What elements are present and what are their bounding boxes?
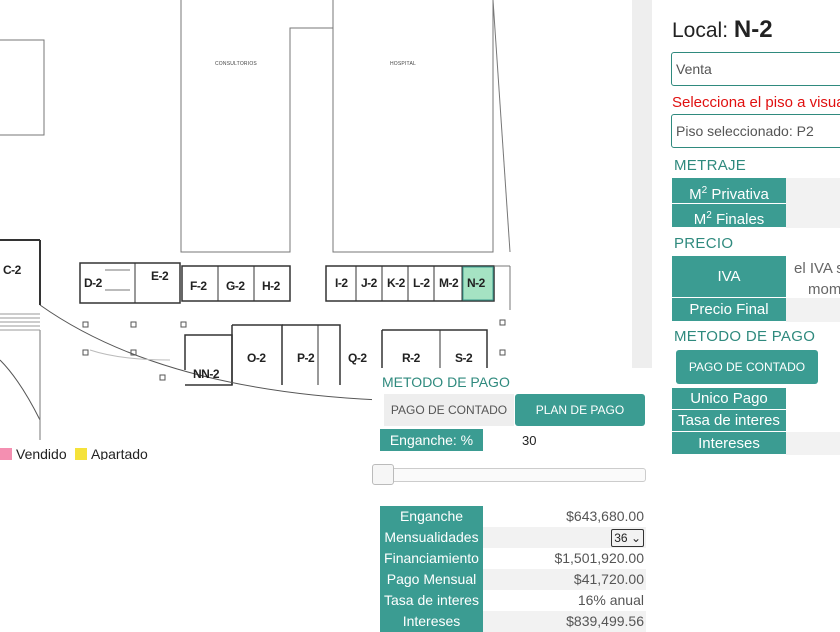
unit-title: Local: N-2 [672, 16, 773, 44]
enganche-value: $643,680.00 [566, 508, 644, 524]
precio-final-label: Precio Final [672, 298, 786, 322]
m2-privativa-label: M2 Privativa [672, 178, 786, 204]
unit-j2[interactable]: J-2 [361, 276, 377, 290]
pago-mensual-value: $41,720.00 [483, 569, 646, 590]
status-field[interactable]: Venta [671, 52, 840, 86]
mensualidades-select-value: 36 [614, 531, 628, 545]
unit-p2[interactable]: P-2 [297, 351, 315, 365]
unit-e2[interactable]: E-2 [151, 269, 169, 283]
iva-note-line1: el IVA s [794, 260, 840, 277]
unit-g2[interactable]: G-2 [226, 279, 245, 293]
building-label-hospital: HOSPITAL [390, 61, 416, 67]
row-financiamiento: Financiamiento $1,501,920.00 [380, 548, 646, 569]
unit-c2[interactable]: C-2 [3, 263, 21, 277]
legend-label-vendido: Vendido [16, 446, 67, 460]
tab-plan-pago[interactable]: PLAN DE PAGO [515, 394, 645, 426]
floor-selector[interactable]: Piso seleccionado: P2 [671, 114, 840, 148]
row-pago-mensual: Pago Mensual $41,720.00 [380, 569, 646, 590]
unit-n2[interactable]: N-2 [467, 276, 485, 290]
floor-prompt: Selecciona el piso a visua [672, 94, 840, 111]
iva-note: el IVA s mom [794, 258, 840, 300]
enganche-slider-track[interactable] [372, 468, 646, 482]
m2-finales-value [786, 204, 840, 228]
unit-i2[interactable]: I-2 [335, 276, 348, 290]
unit-title-prefix: Local: [672, 19, 729, 42]
unit-o2[interactable]: O-2 [247, 351, 266, 365]
tasa-value: 16% anual [577, 592, 644, 608]
unit-r2[interactable]: R-2 [402, 351, 420, 365]
mensualidades-value: 36 ⌄ [483, 527, 646, 548]
financiamiento-label: Financiamiento [380, 548, 483, 569]
enganche-percent-value[interactable]: 30 [522, 433, 536, 448]
panel-divider [632, 0, 652, 368]
m2-finales-label: M2 Finales [672, 204, 786, 228]
unit-k2[interactable]: K-2 [387, 276, 405, 290]
section-metraje: METRAJE [674, 157, 747, 174]
unit-d2[interactable]: D-2 [84, 276, 102, 290]
legend-swatch-vendido [0, 448, 12, 460]
unit-h2[interactable]: H-2 [262, 279, 280, 293]
mensualidades-select[interactable]: 36 ⌄ [611, 529, 644, 547]
row-enganche: Enganche $643,680.00 [380, 506, 646, 527]
precio-final-value [786, 298, 840, 322]
row-intereses: Intereses $839,499.56 [380, 611, 646, 632]
iva-note-line2: mom [808, 281, 840, 298]
unit-l2[interactable]: L-2 [413, 276, 430, 290]
intereses-label: Intereses [380, 611, 483, 632]
tasa-label: Tasa de interes [380, 590, 483, 611]
unit-title-id: N-2 [733, 16, 773, 43]
building-label-consultorios: CONSULTORIOS [215, 61, 257, 67]
unit-m2[interactable]: M-2 [439, 276, 459, 290]
unit-detail-panel: Local: N-2 Venta Selecciona el piso a vi… [652, 0, 840, 455]
m2-privativa-text: Privativa [711, 186, 769, 203]
chevron-down-icon: ⌄ [630, 531, 641, 545]
payment-plan-panel: METODO DE PAGO PAGO DE CONTADO PLAN DE P… [372, 368, 652, 632]
section-precio: PRECIO [674, 235, 734, 252]
legend-swatch-apartado [75, 448, 87, 460]
unit-q2[interactable]: Q-2 [348, 351, 367, 365]
unit-nn2[interactable]: NN-2 [193, 367, 220, 381]
pago-mensual-label: Pago Mensual [380, 569, 483, 590]
legend-vendido: Vendido [0, 446, 67, 460]
m2-finales-text: Finales [715, 211, 765, 228]
pago-contado-button-right[interactable]: PAGO DE CONTADO [676, 350, 818, 384]
financiamiento-value: $1,501,920.00 [554, 550, 644, 566]
m2-privativa-value [786, 178, 840, 204]
intereses-value: $839,499.56 [483, 611, 646, 632]
section-metodo-right: METODO DE PAGO [674, 328, 816, 345]
iva-label: IVA [672, 256, 786, 298]
legend-apartado: Apartado [75, 446, 148, 460]
tasa-label-right: Tasa de interes [672, 410, 786, 432]
row-mensualidades: Mensualidades 36 ⌄ [380, 527, 646, 548]
intereses-label-right: Intereses [672, 432, 786, 455]
enganche-percent-label: Enganche: % [380, 429, 483, 451]
unit-s2[interactable]: S-2 [455, 351, 473, 365]
legend-label-apartado: Apartado [91, 446, 148, 460]
enganche-label: Enganche [380, 506, 483, 527]
intereses-value-right [786, 432, 840, 455]
enganche-slider-handle[interactable] [372, 464, 394, 485]
row-tasa: Tasa de interes 16% anual [380, 590, 646, 611]
section-metodo: METODO DE PAGO [382, 374, 510, 390]
unit-f2[interactable]: F-2 [190, 279, 207, 293]
tab-pago-contado[interactable]: PAGO DE CONTADO [384, 394, 514, 426]
mensualidades-label: Mensualidades [380, 527, 483, 548]
unico-pago-label: Unico Pago [672, 388, 786, 410]
